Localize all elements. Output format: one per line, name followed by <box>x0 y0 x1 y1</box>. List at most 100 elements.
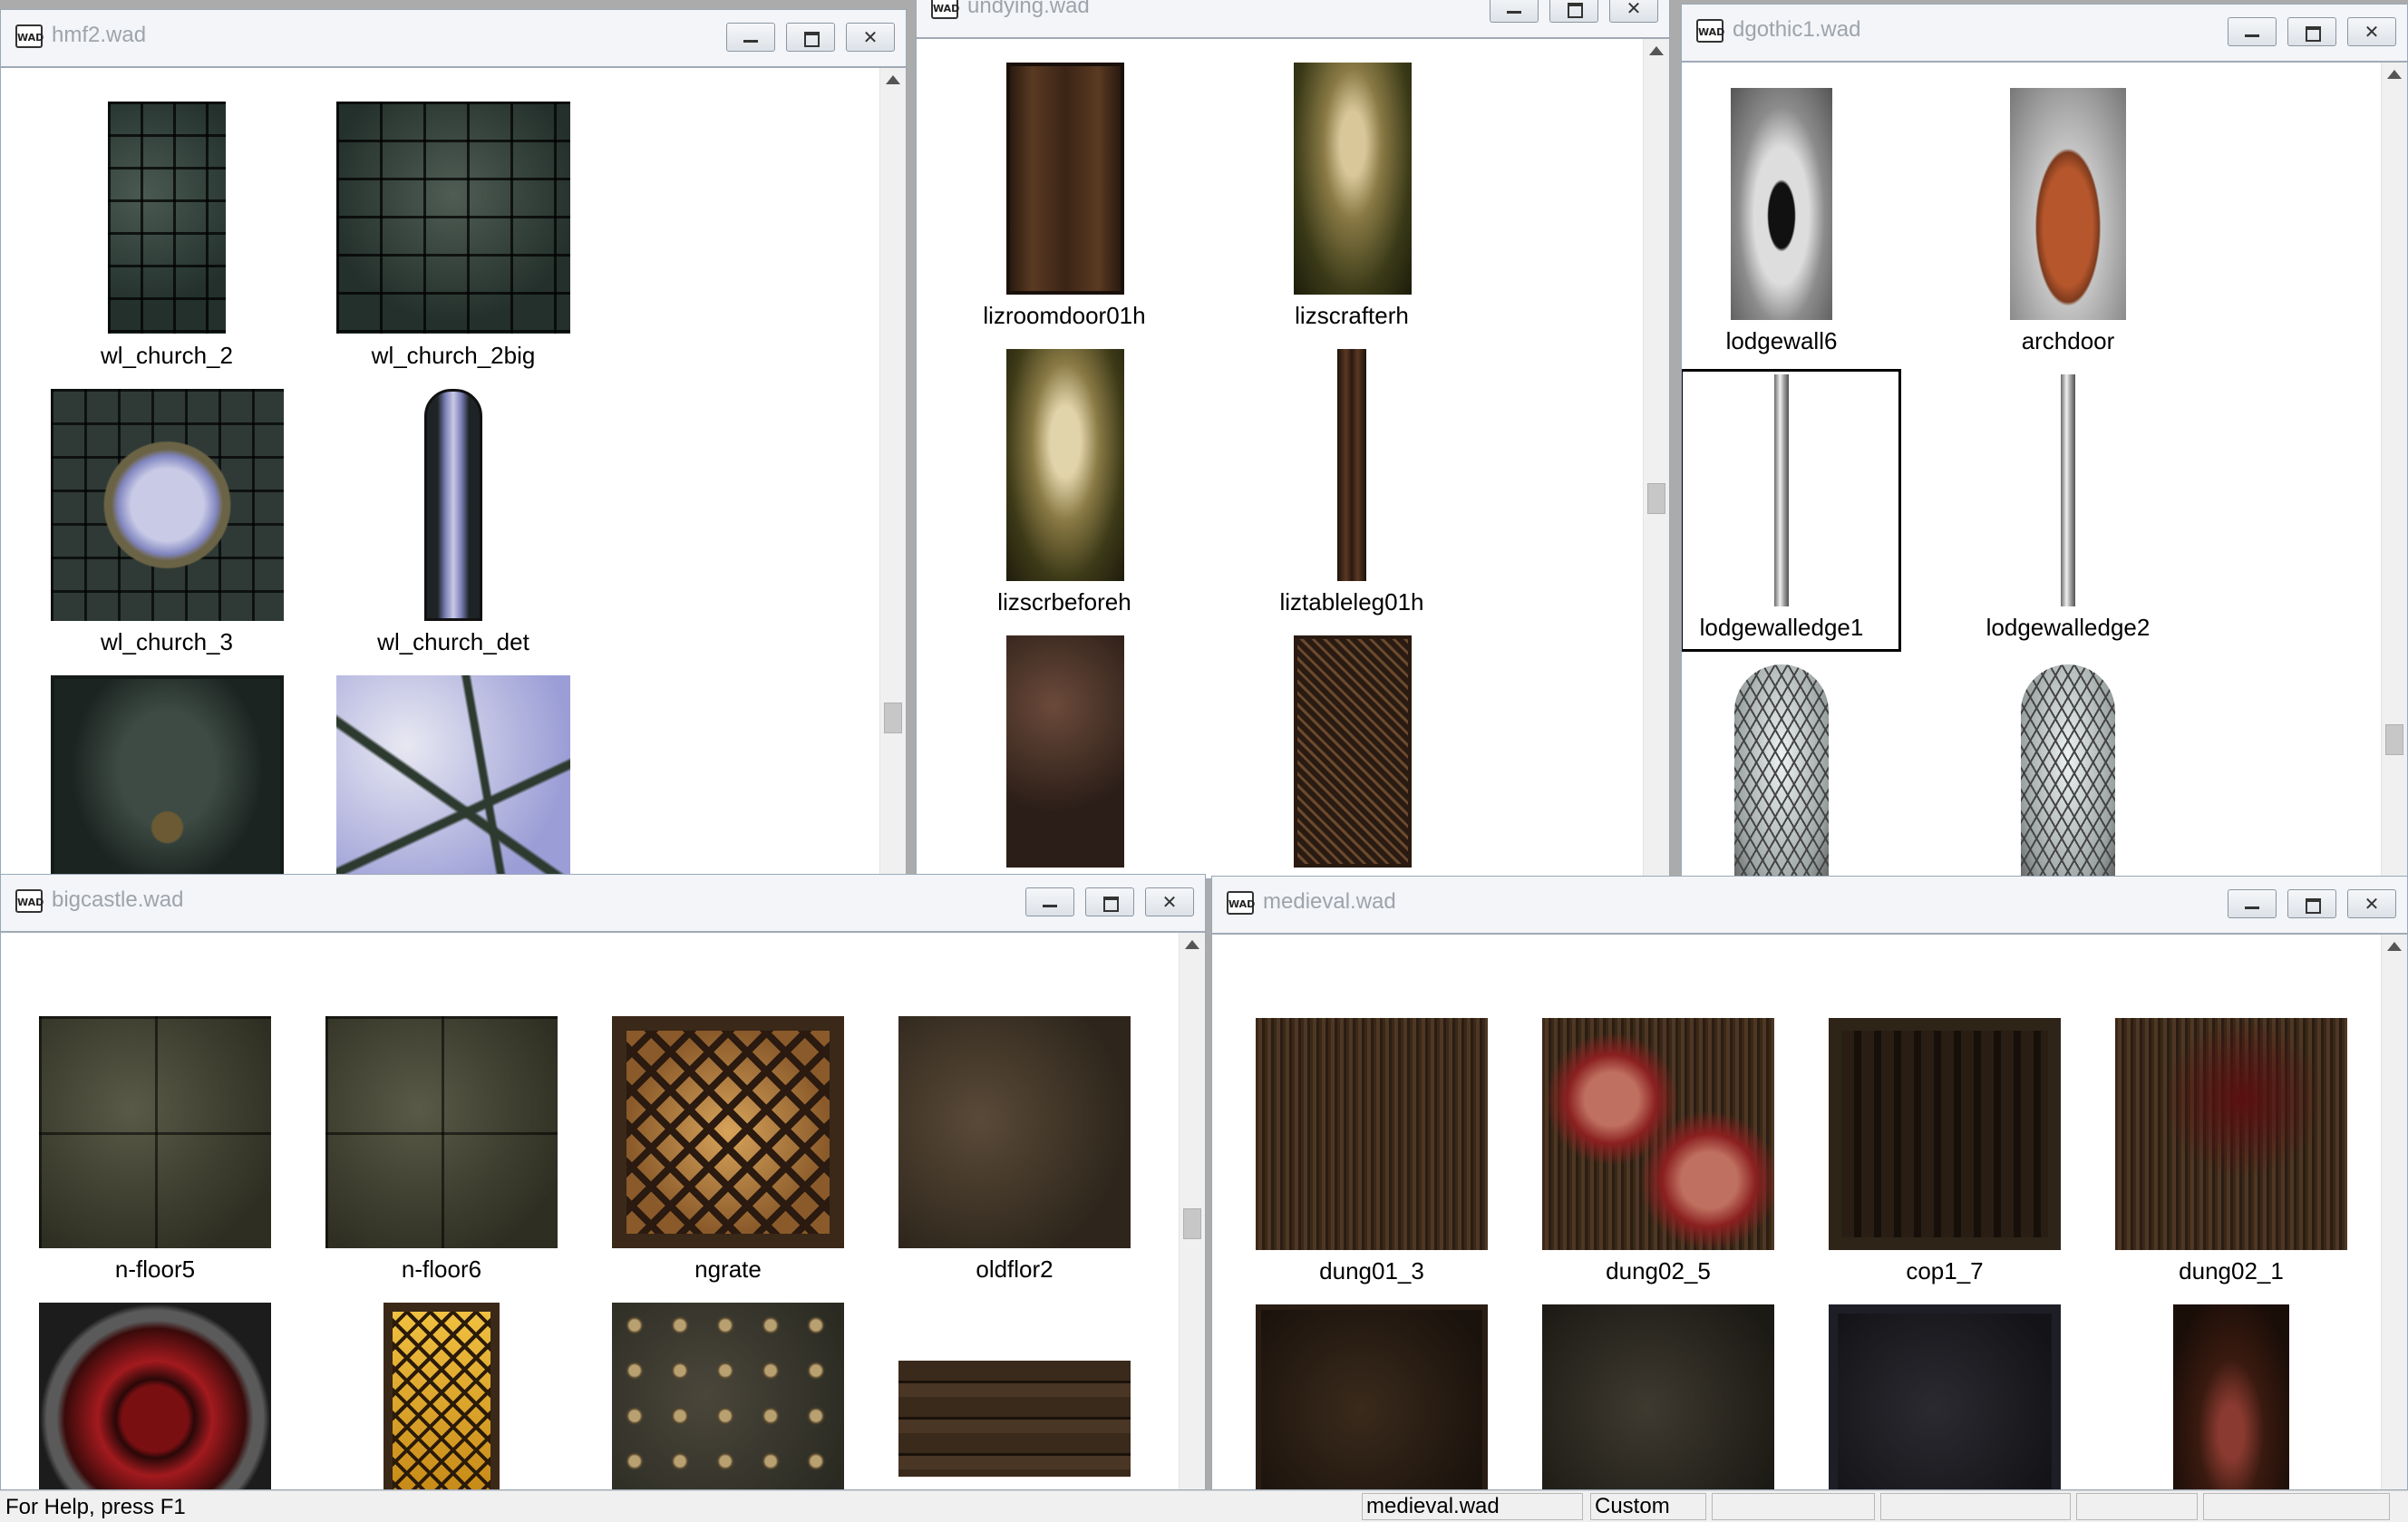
window-hmf2: WAD hmf2.wad ✕ wl_church_2 wl_church_2bi… <box>0 9 907 879</box>
texture-thumbnail <box>51 675 284 878</box>
texture-thumbnail <box>1006 349 1124 581</box>
texture-thumbnail <box>2010 88 2126 320</box>
minimize-button[interactable] <box>2228 17 2277 46</box>
minimize-button[interactable] <box>2228 889 2277 918</box>
minimize-button[interactable] <box>726 23 775 52</box>
texture-thumbnail <box>612 1016 844 1248</box>
scroll-up-arrow-icon[interactable] <box>2387 70 2402 79</box>
texture-thumbnail <box>1006 63 1124 295</box>
window-titlebar[interactable]: WAD undying.wad ✕ <box>917 0 1669 39</box>
texture-thumbnail <box>384 1303 500 1489</box>
texture-grid: dung01_3 dung02_5 cop1_7 dung02_1 <box>1212 935 2382 1489</box>
window-titlebar[interactable]: WAD medieval.wad ✕ <box>1212 877 2407 935</box>
maximize-button[interactable] <box>786 23 835 52</box>
minimize-button[interactable] <box>1490 0 1539 23</box>
texture-label: lizscrbeforeh <box>997 588 1131 616</box>
wad-file-icon: WAD <box>1696 19 1724 43</box>
texture-label: lodgewall6 <box>1725 327 1838 354</box>
maximize-button[interactable] <box>2287 17 2336 46</box>
texture-thumbnail <box>108 102 226 334</box>
window-titlebar[interactable]: WAD hmf2.wad ✕ <box>1 10 906 68</box>
texture-thumbnail <box>2173 1304 2289 1489</box>
vertical-scrollbar[interactable] <box>1643 39 1669 878</box>
status-current-file: medieval.wad <box>1362 1493 1583 1520</box>
vertical-scrollbar[interactable] <box>879 68 906 878</box>
maximize-button[interactable] <box>1085 887 1134 916</box>
texture-thumbnail <box>1294 635 1412 868</box>
texture-label: archdoor <box>2021 327 2115 354</box>
texture-label: lizscrafterh <box>1295 302 1409 329</box>
status-bar: For Help, press F1 medieval.wad Custom <box>0 1490 2408 1522</box>
texture-label: lodgewalledge2 <box>1986 614 2151 641</box>
vertical-scrollbar[interactable] <box>1179 933 1205 1489</box>
maximize-button[interactable] <box>2287 889 2336 918</box>
texture-label: dung01_3 <box>1319 1257 1424 1284</box>
maximize-button[interactable] <box>1549 0 1598 23</box>
window-titlebar[interactable]: WAD bigcastle.wad ✕ <box>1 875 1205 933</box>
vertical-scrollbar[interactable] <box>2381 63 2407 878</box>
scroll-up-arrow-icon[interactable] <box>886 75 900 84</box>
texture-thumbnail <box>1542 1018 1774 1250</box>
wad-file-icon: WAD <box>1227 891 1255 915</box>
texture-label: oldflor2 <box>976 1255 1054 1283</box>
window-medieval: WAD medieval.wad ✕ dung01_3 dung02_5 cop… <box>1211 876 2408 1490</box>
texture-label: wl_church_2big <box>371 342 536 369</box>
close-button[interactable]: ✕ <box>2347 17 2396 46</box>
window-title: bigcastle.wad <box>52 887 184 912</box>
texture-thumbnail <box>1337 349 1366 581</box>
window-undying: WAD undying.wad ✕ lizroomdoor01h lizscra… <box>916 0 1670 879</box>
texture-label: n-floor5 <box>114 1255 196 1283</box>
texture-thumbnail <box>1256 1018 1488 1250</box>
scroll-thumb[interactable] <box>2385 724 2403 755</box>
texture-thumbnail <box>424 389 482 621</box>
texture-label: cop1_7 <box>1906 1257 1984 1284</box>
status-help-text: For Help, press F1 <box>5 1495 186 1519</box>
texture-label: n-floor6 <box>401 1255 482 1283</box>
close-button[interactable]: ✕ <box>1609 0 1658 23</box>
scroll-up-arrow-icon[interactable] <box>1649 46 1664 55</box>
status-pane-empty <box>2076 1493 2198 1520</box>
texture-grid: n-floor5 n-floor6 ngrate oldflor2 <box>1 933 1180 1489</box>
texture-thumbnail <box>336 675 570 878</box>
window-bigcastle: WAD bigcastle.wad ✕ n-floor5 n-floor6 ng… <box>0 874 1206 1490</box>
vertical-scrollbar[interactable] <box>2381 935 2407 1489</box>
texture-thumbnail <box>1542 1304 1774 1489</box>
texture-thumbnail <box>1256 1304 1488 1489</box>
texture-thumbnail <box>2021 664 2115 878</box>
texture-thumbnail <box>51 389 284 621</box>
wad-file-icon: WAD <box>15 889 44 913</box>
scroll-thumb[interactable] <box>884 703 902 733</box>
texture-thumbnail <box>2061 374 2075 606</box>
texture-thumbnail <box>1829 1018 2061 1250</box>
texture-label: ngrate <box>694 1255 762 1283</box>
texture-thumbnail <box>1006 635 1124 868</box>
minimize-button[interactable] <box>1025 887 1074 916</box>
scroll-up-arrow-icon[interactable] <box>1185 940 1199 949</box>
scroll-thumb[interactable] <box>1183 1208 1201 1239</box>
texture-label: dung02_5 <box>1606 1257 1711 1284</box>
close-button[interactable]: ✕ <box>2347 889 2396 918</box>
window-title: medieval.wad <box>1263 889 1396 914</box>
texture-grid: wl_church_2 wl_church_2big wl_church_3 w… <box>1 68 880 878</box>
window-title: undying.wad <box>967 0 1090 18</box>
texture-thumbnail <box>898 1016 1131 1248</box>
scroll-up-arrow-icon[interactable] <box>2387 942 2402 951</box>
texture-thumbnail <box>336 102 570 334</box>
status-mode: Custom <box>1590 1493 1706 1520</box>
scroll-thumb[interactable] <box>1647 483 1665 514</box>
close-button[interactable]: ✕ <box>1145 887 1194 916</box>
window-title: dgothic1.wad <box>1733 17 1861 42</box>
close-icon: ✕ <box>2364 21 2380 43</box>
status-pane-empty <box>2203 1493 2390 1520</box>
texture-thumbnail <box>1829 1304 2061 1489</box>
close-icon: ✕ <box>1626 0 1642 19</box>
selected-texture-highlight[interactable] <box>1682 369 1901 652</box>
texture-label: wl_church_det <box>377 628 529 655</box>
status-pane-empty <box>1712 1493 1875 1520</box>
texture-grid: lizroomdoor01h lizscrafterh lizscrbefore… <box>917 39 1644 878</box>
close-icon: ✕ <box>2364 893 2380 915</box>
texture-thumbnail <box>1774 374 1789 606</box>
close-button[interactable]: ✕ <box>846 23 895 52</box>
window-titlebar[interactable]: WAD dgothic1.wad ✕ <box>1682 5 2407 63</box>
texture-grid: lodgewall6 archdoor lodgewalledge1 lodge… <box>1682 63 2382 878</box>
